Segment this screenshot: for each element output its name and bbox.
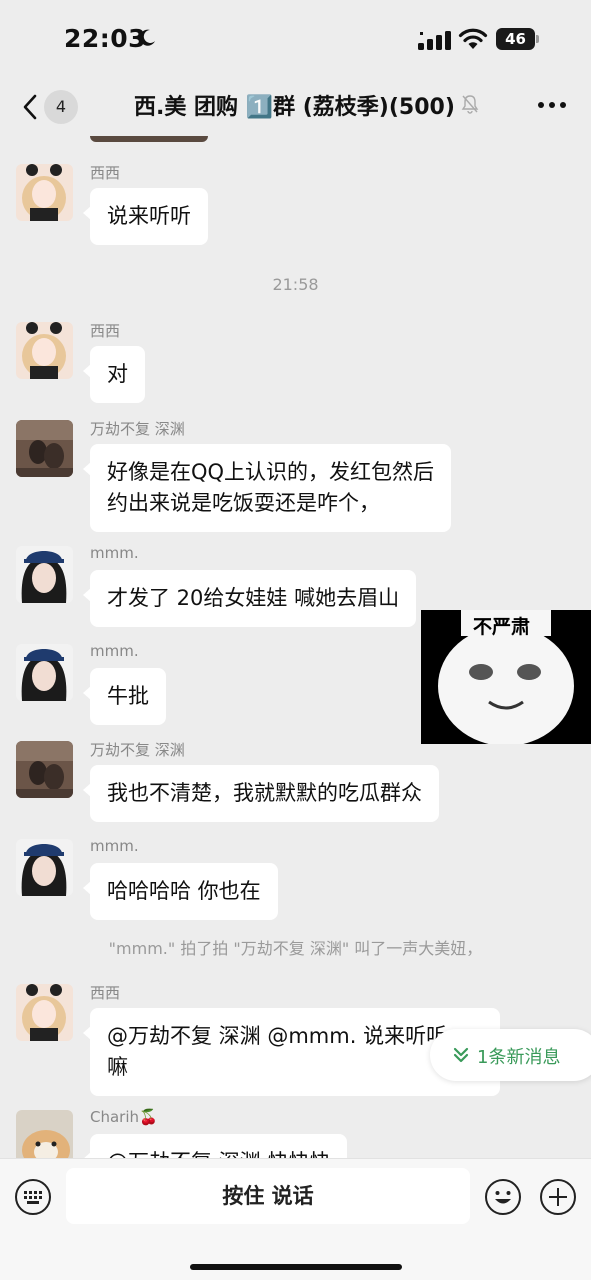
sender-name: mmm.: [90, 837, 139, 855]
message-line: 约出来说是吃饭耍还是咋个，: [107, 491, 380, 515]
plus-icon[interactable]: [539, 1178, 577, 1216]
message-line: @万劫不复 深渊 快快快: [107, 1147, 330, 1158]
message-bubble[interactable]: 好像是在QQ上认识的，发红包然后 约出来说是吃饭耍还是咋个，: [82, 444, 452, 532]
keyboard-icon[interactable]: [14, 1178, 52, 1216]
message-bubble[interactable]: 哈哈哈哈 你也在: [83, 863, 278, 920]
new-messages-label: 1条新消息: [477, 1047, 561, 1068]
message-line: 嘛: [107, 1055, 128, 1079]
sender-name: 西西: [90, 164, 121, 182]
hold-to-talk-button[interactable]: 按住 说话: [66, 1168, 470, 1224]
battery-indicator: 46: [496, 28, 540, 50]
avatar-xixi[interactable]: [16, 984, 73, 1041]
avatar-xixi[interactable]: [16, 322, 73, 379]
message-bubble[interactable]: 牛批: [83, 668, 166, 725]
message-bubble[interactable]: 我也不清楚，我就默默的吃瓜群众: [83, 765, 439, 822]
sender-name: mmm.: [90, 642, 139, 660]
avatar-mmm[interactable]: [16, 644, 73, 701]
avatar-mmm[interactable]: [16, 839, 73, 896]
wifi-icon: [458, 28, 488, 49]
meme-sticker[interactable]: 不严肃: [421, 610, 591, 744]
moon-icon: [139, 29, 155, 46]
avatar-wanjie[interactable]: [16, 420, 73, 477]
mute-bell-icon: [461, 95, 479, 114]
message-bubble[interactable]: 说来听听: [83, 188, 208, 245]
home-indicator: [190, 1264, 402, 1270]
message-list[interactable]: 西西 说来听听 21:58 西西 对 万劫不复 深渊 好像是在QQ上认识的，发红…: [0, 136, 591, 1158]
avatar-wanjie[interactable]: [16, 741, 73, 798]
message-line: 好像是在QQ上认识的，发红包然后: [107, 460, 435, 484]
input-bar: 按住 说话: [0, 1158, 591, 1280]
new-messages-button[interactable]: 1条新消息: [430, 1029, 591, 1081]
message-line: 对: [107, 362, 128, 386]
sender-name: 万劫不复 深渊: [90, 420, 185, 438]
sender-name: 西西: [90, 322, 121, 340]
pat-system-note: "mmm." 拍了拍 "万劫不复 深渊" 叫了一声大美妞，: [108, 939, 483, 958]
battery-level: 46: [496, 28, 535, 50]
avatar-mmm[interactable]: [16, 546, 73, 603]
message-line: @万劫不复 深渊 @mmm. 说来听听: [107, 1024, 448, 1048]
chat-header: 4 西.美 团购 1️⃣群 (荔枝季)(500): [0, 80, 591, 136]
sticker-caption: 不严肃: [473, 616, 531, 638]
time-divider: 21:58: [272, 275, 319, 294]
chat-title: 西.美 团购 1️⃣群 (荔枝季)(500): [134, 95, 455, 120]
message-line: 哈哈哈哈 你也在: [107, 879, 261, 903]
cellular-signal-icon: [418, 31, 451, 50]
sender-name: mmm.: [90, 544, 139, 562]
sender-name: Charih🍒: [90, 1108, 158, 1126]
previous-image-fragment: [90, 136, 208, 142]
unread-count-badge: 4: [44, 90, 78, 124]
message-line: 牛批: [107, 684, 149, 708]
message-line: 才发了 20给女娃娃 喊她去眉山: [107, 586, 400, 610]
message-bubble[interactable]: 才发了 20给女娃娃 喊她去眉山: [82, 570, 417, 627]
more-icon[interactable]: [537, 100, 567, 110]
avatar-xixi[interactable]: [16, 164, 73, 221]
back-button[interactable]: 4: [18, 86, 82, 126]
message-line: 说来听听: [107, 204, 191, 228]
double-chevron-down-icon: [453, 1047, 469, 1063]
status-bar: 22:03 46: [0, 0, 591, 80]
message-bubble[interactable]: 对: [83, 346, 145, 403]
message-line: 我也不清楚，我就默默的吃瓜群众: [107, 781, 422, 805]
battery-cap: [536, 35, 539, 43]
chevron-left-icon: [23, 94, 37, 120]
sender-name: 西西: [90, 984, 121, 1002]
avatar-charih[interactable]: [16, 1110, 73, 1158]
emoji-icon[interactable]: [484, 1178, 522, 1216]
message-bubble[interactable]: @万劫不复 深渊 快快快: [82, 1134, 348, 1158]
sender-name: 万劫不复 深渊: [90, 741, 185, 759]
status-time: 22:03: [64, 24, 147, 53]
